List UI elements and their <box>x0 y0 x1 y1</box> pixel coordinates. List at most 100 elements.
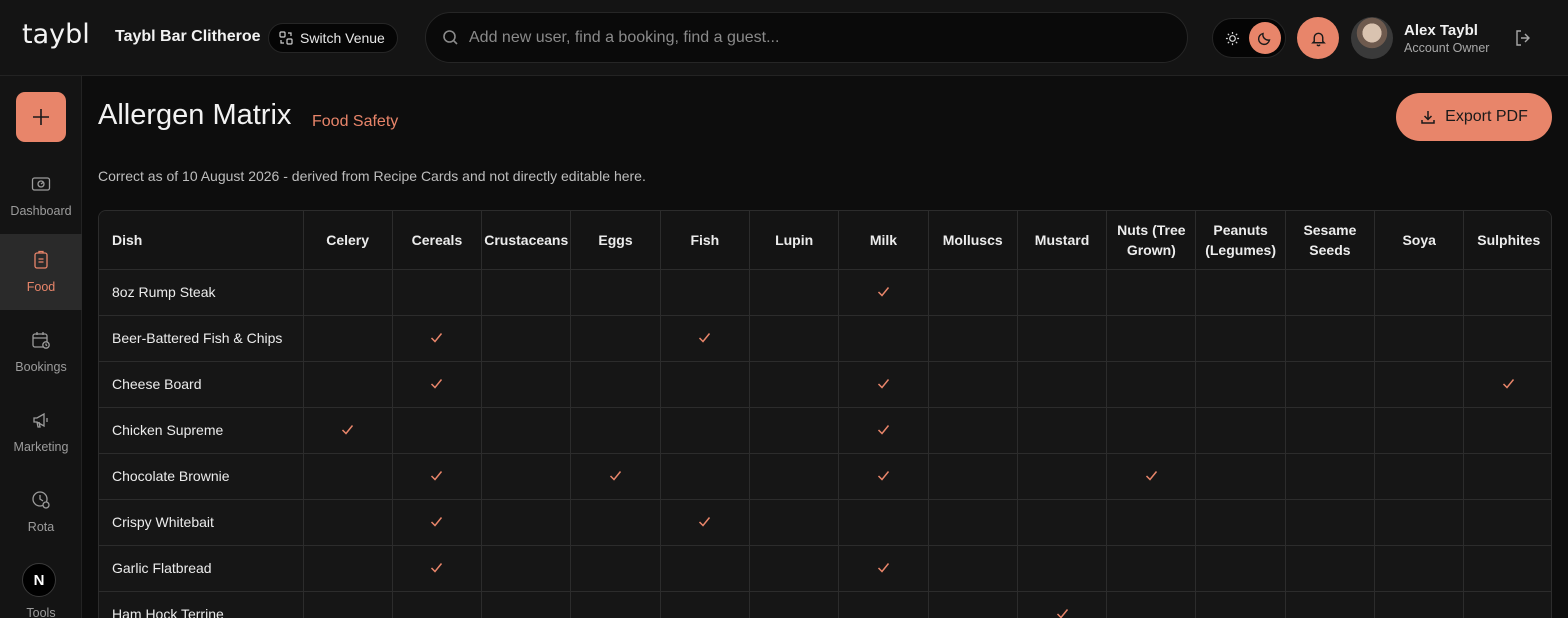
sidebar-item-tools[interactable]: Tools <box>0 606 82 618</box>
sidebar-item-dashboard[interactable]: Dashboard <box>0 158 82 234</box>
allergen-cell <box>838 545 929 592</box>
allergen-cell <box>838 361 929 408</box>
allergen-cell <box>392 591 483 618</box>
allergen-cell <box>1463 407 1551 454</box>
allergen-cell <box>1463 545 1551 592</box>
allergen-cell <box>570 453 661 500</box>
allergen-cell <box>660 269 750 316</box>
allergen-table: Dish Celery Cereals Crustaceans Eggs Fish Lup… <box>99 211 1551 618</box>
allergen-cell <box>928 361 1018 408</box>
allergen-cell <box>1106 361 1197 408</box>
column-header-allergen: Fish <box>660 211 750 270</box>
theme-toggle[interactable] <box>1212 18 1286 58</box>
page-subtitle: Food Safety <box>312 113 399 130</box>
allergen-cell <box>1017 591 1108 618</box>
check-icon <box>431 517 443 527</box>
allergen-cell <box>1106 499 1197 546</box>
allergen-cell <box>303 269 393 316</box>
check-icon <box>699 333 711 343</box>
sidebar-item-rota[interactable]: Rota <box>0 474 82 550</box>
table-row: Chocolate Brownie <box>99 453 1551 500</box>
n-badge[interactable]: N <box>22 563 56 597</box>
check-icon <box>699 517 711 527</box>
dashboard-icon <box>31 177 51 191</box>
allergen-cell <box>749 545 840 592</box>
search-icon <box>443 30 458 45</box>
check-icon <box>877 287 890 297</box>
allergen-cell <box>838 269 929 316</box>
allergen-cell <box>928 545 1018 592</box>
switch-icon <box>279 31 293 45</box>
sidebar-item-food[interactable]: Food <box>0 234 82 310</box>
allergen-cell <box>1285 591 1376 618</box>
allergen-cell <box>1463 591 1551 618</box>
matrix-note: Correct as of 10 August 2026 - derived f… <box>98 168 646 184</box>
check-icon <box>431 379 443 389</box>
logout-icon[interactable] <box>1513 28 1533 48</box>
sidebar-label-food: Food <box>26 280 56 294</box>
avatar[interactable] <box>1351 17 1393 59</box>
svg-text:taybl: taybl <box>22 19 90 50</box>
notifications-button[interactable] <box>1297 17 1339 59</box>
allergen-cell <box>928 407 1018 454</box>
dish-name: Chocolate Brownie <box>99 453 304 500</box>
allergen-cell <box>928 591 1018 618</box>
global-search[interactable] <box>425 12 1188 63</box>
allergen-cell <box>1195 269 1286 316</box>
allergen-cell <box>838 499 929 546</box>
sidebar-item-marketing[interactable]: Marketing <box>0 394 82 470</box>
allergen-cell <box>928 499 1018 546</box>
allergen-cell <box>1195 499 1286 546</box>
table-header-row: Dish Celery Cereals Crustaceans Eggs Fish Lup… <box>99 211 1551 270</box>
dish-name: 8oz Rump Steak <box>99 269 304 316</box>
allergen-cell <box>481 591 572 618</box>
allergen-cell <box>392 315 483 362</box>
allergen-cell <box>1195 545 1286 592</box>
column-header-allergen: Eggs <box>570 211 661 270</box>
search-input[interactable] <box>469 28 1187 47</box>
table-row: Ham Hock Terrine <box>99 591 1551 618</box>
moon-icon[interactable] <box>1249 22 1281 54</box>
allergen-cell <box>928 453 1018 500</box>
allergen-cell <box>303 361 393 408</box>
allergen-cell <box>660 407 750 454</box>
check-icon <box>877 471 890 481</box>
allergen-cell <box>1195 591 1286 618</box>
sidebar-label-marketing: Marketing <box>13 440 69 454</box>
column-header-allergen: Nuts (Tree Grown) <box>1106 211 1197 270</box>
sun-icon[interactable] <box>1221 27 1243 49</box>
check-icon <box>877 379 890 389</box>
switch-venue-button[interactable]: Switch Venue <box>268 23 398 53</box>
allergen-cell <box>481 545 572 592</box>
check-icon <box>1503 379 1515 389</box>
check-icon <box>877 425 890 435</box>
allergen-cell <box>570 499 661 546</box>
allergen-cell <box>1106 545 1197 592</box>
add-button[interactable] <box>16 92 66 142</box>
allergen-cell <box>749 315 840 362</box>
sidebar-item-bookings[interactable]: Bookings <box>0 314 82 390</box>
allergen-cell <box>303 407 393 454</box>
allergen-cell <box>1463 453 1551 500</box>
table-row: Beer-Battered Fish & Chips <box>99 315 1551 362</box>
export-pdf-button[interactable]: Export PDF <box>1396 93 1552 141</box>
allergen-cell <box>1374 453 1465 500</box>
megaphone-icon <box>33 412 48 428</box>
column-header-allergen: Milk <box>838 211 929 270</box>
export-pdf-label: Export PDF <box>1445 108 1528 125</box>
allergen-cell <box>1195 315 1286 362</box>
allergen-cell <box>1285 361 1376 408</box>
allergen-cell <box>481 315 572 362</box>
taybl-logo[interactable]: taybl <box>22 18 94 52</box>
allergen-cell <box>1106 315 1197 362</box>
column-header-allergen: Sesame Seeds <box>1285 211 1376 270</box>
page-title: Allergen Matrix <box>98 99 292 131</box>
dish-name: Cheese Board <box>99 361 304 408</box>
allergen-cell <box>1285 407 1376 454</box>
allergen-cell <box>1463 269 1551 316</box>
allergen-cell <box>1017 269 1108 316</box>
column-header-allergen: Molluscs <box>928 211 1018 270</box>
allergen-cell <box>749 269 840 316</box>
allergen-cell <box>749 499 840 546</box>
check-icon <box>431 471 443 481</box>
